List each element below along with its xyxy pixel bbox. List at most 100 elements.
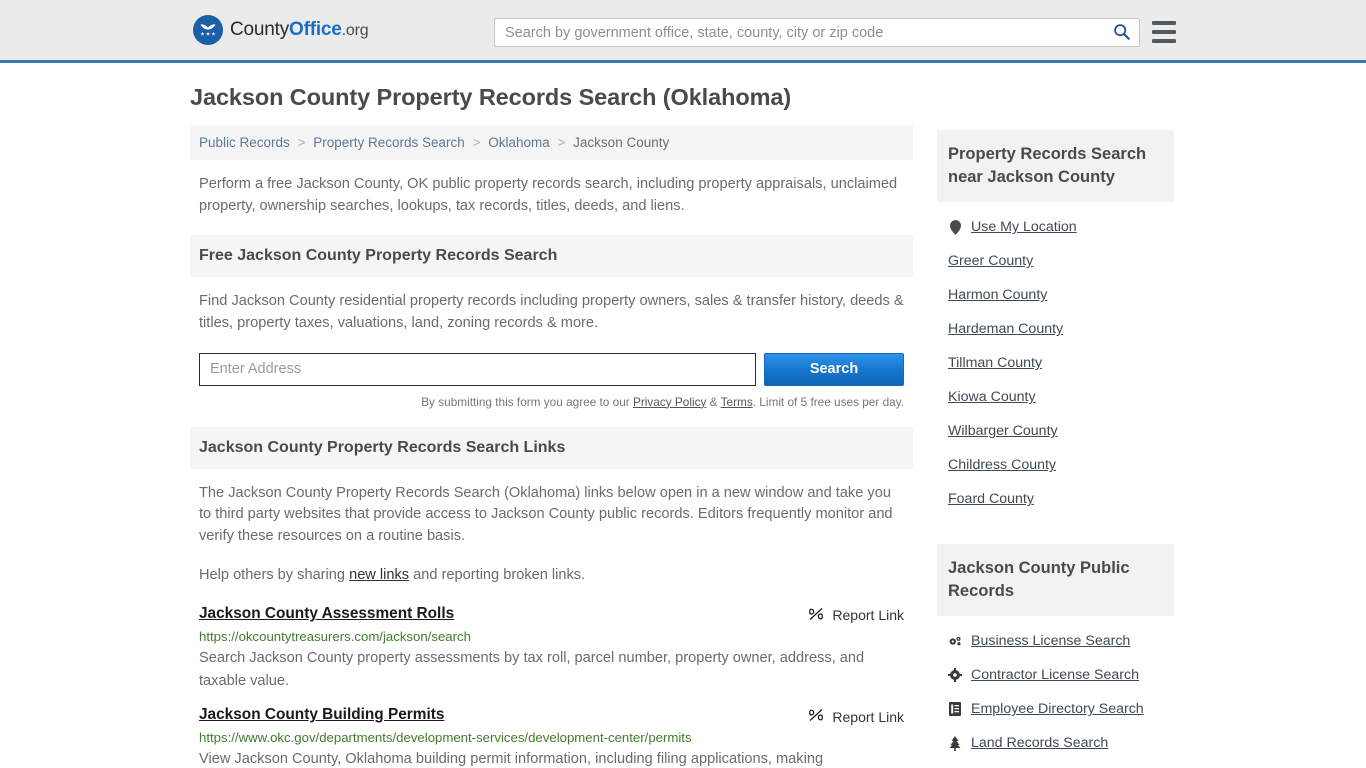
sidebar-link-label[interactable]: Employee Directory Search — [971, 701, 1144, 717]
sidebar-item-contractor-license-search[interactable]: Contractor License Search — [948, 658, 1163, 692]
tree-icon — [948, 735, 962, 751]
terms-link[interactable]: Terms — [721, 395, 753, 409]
sidebar-item-wilbarger-county[interactable]: Wilbarger County — [948, 414, 1163, 448]
breadcrumb-item-jackson-county: Jackson County — [573, 135, 670, 151]
sidebar-link-label[interactable]: Childress County — [948, 457, 1056, 473]
hamburger-menu-icon[interactable] — [1152, 19, 1176, 45]
link-entry-description: View Jackson County, Oklahoma building p… — [199, 751, 824, 768]
sidebar-link-label[interactable]: Foard County — [948, 491, 1034, 507]
link-entry: Jackson County Building Permits Report L… — [190, 706, 913, 768]
sidebar-nearby-heading: Property Records Search near Jackson Cou… — [937, 130, 1174, 203]
broken-link-icon — [808, 606, 824, 625]
breadcrumb-item-property-records-search[interactable]: Property Records Search — [313, 135, 465, 150]
link-entry-title[interactable]: Jackson County Assessment Rolls — [199, 605, 454, 623]
search-input[interactable] — [495, 19, 1103, 46]
address-input[interactable] — [199, 352, 756, 386]
gear-icon — [948, 668, 962, 683]
breadcrumb-item-oklahoma[interactable]: Oklahoma — [488, 135, 550, 150]
sidebar-item-use-my-location[interactable]: Use My Location — [948, 210, 1163, 244]
report-link-label: Report Link — [832, 607, 904, 624]
sidebar-item-harmon-county[interactable]: Harmon County — [948, 278, 1163, 312]
page-body: Jackson County Property Records Search (… — [0, 63, 1366, 768]
free-search-description: Find Jackson County residential property… — [199, 293, 904, 331]
sidebar-item-land-records-search[interactable]: Land Records Search — [948, 726, 1163, 760]
sidebar-link-label[interactable]: Kiowa County — [948, 389, 1036, 405]
report-link-label: Report Link — [832, 708, 904, 725]
sidebar-link-label[interactable]: Contractor License Search — [971, 667, 1139, 683]
map-pin-icon — [948, 219, 962, 235]
sidebar-item-kiowa-county[interactable]: Kiowa County — [948, 380, 1163, 414]
hamburger-bar — [1152, 30, 1176, 34]
sidebar-item-greer-county[interactable]: Greer County — [948, 244, 1163, 278]
sidebar-link-label[interactable]: Business License Search — [971, 633, 1130, 649]
sidebar: Property Records Search near Jackson Cou… — [937, 83, 1174, 768]
link-entry-description: Search Jackson County property assessmen… — [199, 649, 865, 689]
address-search-form: Search — [190, 352, 913, 386]
sidebar-link-label[interactable]: Wilbarger County — [948, 423, 1058, 439]
report-link-button[interactable]: Report Link — [808, 605, 904, 625]
sidebar-public-records-list: Business License Search Contractor Licen… — [937, 616, 1174, 768]
sidebar-public-records-heading: Jackson County Public Records — [937, 544, 1174, 617]
sidebar-link-label[interactable]: Harmon County — [948, 287, 1047, 303]
disclaimer-prefix: By submitting this form you agree to our — [421, 394, 633, 409]
sidebar-link-label[interactable]: Use My Location — [971, 219, 1077, 235]
search-submit-button[interactable] — [1103, 19, 1139, 46]
site-header: CountyOffice.org — [0, 0, 1366, 63]
sidebar-item-business-license-search[interactable]: Business License Search — [948, 624, 1163, 658]
brand-part1: County — [230, 19, 290, 40]
sidebar-link-label[interactable]: Tillman County — [948, 355, 1042, 371]
content-container: Jackson County Property Records Search (… — [190, 63, 1176, 768]
sidebar-public-records-block: Jackson County Public Records Business L… — [937, 544, 1174, 768]
link-entry: Jackson County Assessment Rolls Report L… — [190, 605, 913, 692]
site-logo-text: CountyOffice.org — [230, 19, 369, 41]
links-section-description: The Jackson County Property Records Sear… — [199, 484, 893, 544]
link-entry-url: https://okcountytreasurers.com/jackson/s… — [199, 628, 471, 644]
help-suffix: and reporting broken links. — [409, 567, 586, 584]
global-search-bar[interactable] — [494, 18, 1140, 47]
main-column: Jackson County Property Records Search (… — [190, 83, 913, 768]
sidebar-link-label[interactable]: Land Records Search — [971, 735, 1108, 751]
sidebar-nearby-list: Use My Location Greer County Harmon Coun… — [937, 202, 1174, 516]
broken-link-icon — [808, 707, 824, 726]
form-disclaimer: By submitting this form you agree to our… — [190, 386, 913, 409]
sidebar-item-foard-county[interactable]: Foard County — [948, 482, 1163, 516]
brand-part2: Office — [289, 19, 342, 40]
sidebar-item-childress-county[interactable]: Childress County — [948, 448, 1163, 482]
breadcrumb-separator: > — [297, 135, 306, 151]
sidebar-link-label[interactable]: Hardeman County — [948, 321, 1063, 337]
breadcrumb-item-public-records[interactable]: Public Records — [199, 135, 290, 150]
sidebar-item-hardeman-county[interactable]: Hardeman County — [948, 312, 1163, 346]
breadcrumb: Public Records > Property Records Search… — [190, 125, 913, 161]
report-link-button[interactable]: Report Link — [808, 706, 904, 726]
id-card-icon — [948, 702, 962, 717]
address-search-button[interactable]: Search — [764, 352, 904, 386]
privacy-policy-link[interactable]: Privacy Policy — [633, 395, 706, 409]
links-section-heading: Jackson County Property Records Search L… — [190, 426, 913, 469]
hamburger-bar — [1152, 39, 1176, 43]
county-office-emblem-icon — [193, 15, 223, 45]
sidebar-link-label[interactable]: Greer County — [948, 253, 1033, 269]
links-help-text: Help others by sharing new links and rep… — [190, 565, 913, 587]
search-icon — [1113, 23, 1130, 43]
sidebar-item-professional-license-search[interactable]: Professional License Search — [948, 760, 1163, 768]
brand-tld: .org — [341, 22, 369, 39]
page-title: Jackson County Property Records Search (… — [190, 84, 792, 110]
link-entry-title[interactable]: Jackson County Building Permits — [199, 706, 444, 724]
free-search-heading: Free Jackson County Property Records Sea… — [190, 235, 913, 278]
link-entry-header: Jackson County Assessment Rolls Report L… — [199, 605, 904, 625]
site-logo[interactable]: CountyOffice.org — [193, 15, 369, 45]
sidebar-item-tillman-county[interactable]: Tillman County — [948, 346, 1163, 380]
sidebar-item-employee-directory-search[interactable]: Employee Directory Search — [948, 692, 1163, 726]
disclaimer-suffix: . Limit of 5 free uses per day. — [752, 394, 904, 409]
new-links-link[interactable]: new links — [349, 567, 409, 583]
disclaimer-amp: & — [706, 394, 721, 409]
breadcrumb-separator: > — [472, 135, 481, 151]
gears-icon — [948, 635, 962, 648]
hamburger-bar — [1152, 21, 1176, 25]
link-entry-url: https://www.okc.gov/departments/developm… — [199, 730, 692, 746]
sidebar-nearby-block: Property Records Search near Jackson Cou… — [937, 130, 1174, 516]
link-entry-header: Jackson County Building Permits Report L… — [199, 706, 904, 726]
page-intro-text: Perform a free Jackson County, OK public… — [199, 176, 898, 214]
help-prefix: Help others by sharing — [199, 567, 350, 584]
